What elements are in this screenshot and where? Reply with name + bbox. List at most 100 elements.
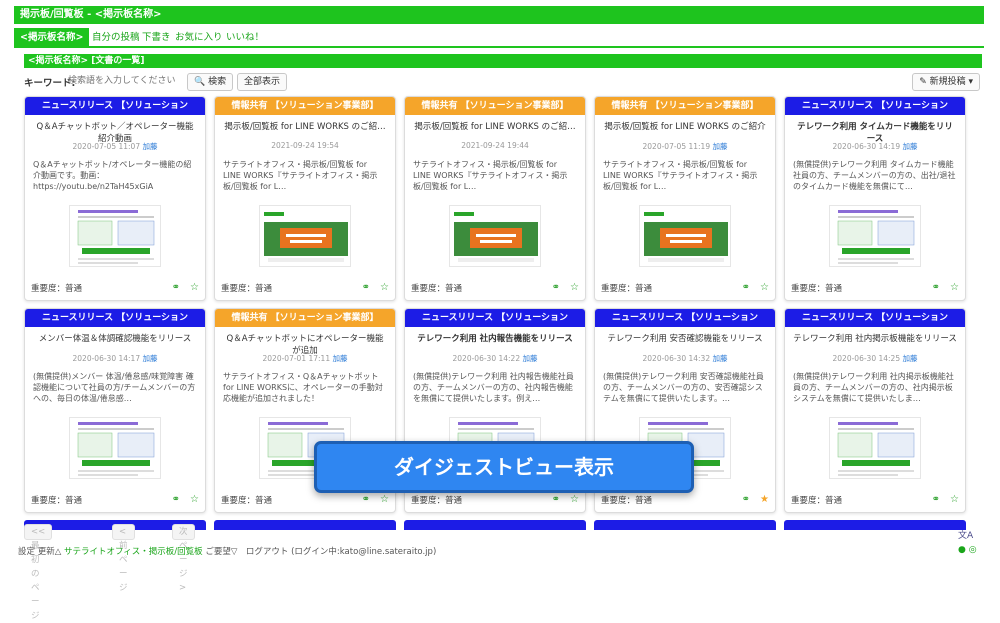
post-footer: 重要度：普通 ⚭ ☆	[221, 494, 389, 506]
post-footer: 重要度：普通 ⚭ ☆	[411, 282, 579, 294]
footer-prefix[interactable]: 設定 更新△	[18, 547, 61, 557]
tab-likes[interactable]: いいね！	[226, 28, 264, 48]
post-date: 2020-07-05 11:19	[642, 142, 711, 151]
post-meta: 2021-09-24 19:54	[221, 141, 389, 150]
search-button[interactable]: 🔍 検索	[187, 73, 234, 91]
post-card[interactable]: 情報共有 【ソリューション事業部】 掲示板/回覧板 for LINE WORKS …	[594, 96, 776, 301]
post-thumbnail[interactable]	[829, 205, 921, 267]
post-meta: 2020-06-30 14:22 加藤	[411, 353, 579, 364]
tab-favorites[interactable]: お気に入り	[175, 28, 223, 48]
link-icon[interactable]: ⚭	[932, 282, 940, 293]
post-excerpt: サテライトオフィス・掲示板/回覧板 for LINE WORKS『サテライトオフ…	[223, 160, 378, 191]
first-page-button[interactable]: << 最初のページ	[24, 524, 53, 621]
tab-my-posts[interactable]: 自分の投稿	[92, 28, 140, 48]
favorite-star-icon[interactable]: ☆	[380, 494, 389, 505]
post-meta: 2021-09-24 19:44	[411, 141, 579, 150]
search-input[interactable]	[68, 73, 204, 89]
next-page-button[interactable]: 次ページ >	[172, 524, 195, 593]
importance-label: 重要度：普通	[31, 284, 83, 294]
post-meta: 2020-07-05 11:19 加藤	[601, 141, 769, 152]
link-icon[interactable]: ⚭	[932, 494, 940, 505]
post-date: 2021-09-24 19:54	[271, 141, 339, 150]
link-icon[interactable]: ⚭	[362, 282, 370, 293]
show-all-button[interactable]: 全部表示	[237, 73, 288, 91]
post-thumbnail[interactable]	[259, 205, 351, 267]
post-excerpt: サテライトオフィス・Q＆Aチャットボット for LINE WORKSに、オペレ…	[223, 372, 383, 403]
post-card[interactable]: 情報共有 【ソリューション事業部】 掲示板/回覧板 for LINE WORKS …	[404, 96, 586, 301]
favorite-star-icon[interactable]: ☆	[190, 282, 199, 293]
post-date: 2020-07-05 11:07	[72, 142, 141, 151]
post-author[interactable]: 加藤	[142, 142, 157, 151]
post-card[interactable]: ニュースリリース 【ソリューション メンバー体温＆体調確認機能をリリース 2020-…	[24, 308, 206, 513]
favorite-star-icon[interactable]: ☆	[380, 282, 389, 293]
post-author[interactable]: 加藤	[712, 354, 727, 363]
favorite-star-icon[interactable]: ☆	[570, 494, 579, 505]
digest-view-callout: ダイジェストビュー表示	[314, 441, 694, 493]
status-icon[interactable]: ● ◎	[958, 545, 977, 555]
post-card[interactable]: ニュースリリース 【ソリューション テレワーク利用 タイムカード機能をリリース 20…	[784, 96, 966, 301]
post-author[interactable]: 加藤	[902, 142, 917, 151]
footer-rest[interactable]: ご要望▽ ログアウト (ログイン中:kato@line.sateraito.jp…	[205, 547, 436, 557]
link-icon[interactable]: ⚭	[362, 494, 370, 505]
link-icon[interactable]: ⚭	[552, 494, 560, 505]
favorite-star-icon[interactable]: ★	[760, 494, 769, 505]
post-footer: 重要度：普通 ⚭ ☆	[221, 282, 389, 294]
post-date: 2020-07-01 17:11	[262, 354, 331, 363]
post-excerpt: (無償提供)テレワーク利用 社内掲示板機能社員の方、チームメンバーの方の、社内掲…	[793, 372, 954, 403]
post-thumbnail[interactable]	[639, 205, 731, 267]
post-footer: 重要度：普通 ⚭ ★	[601, 494, 769, 506]
favorite-star-icon[interactable]: ☆	[950, 494, 959, 505]
tab-drafts[interactable]: 下書き	[142, 28, 171, 48]
category-badge: 情報共有 【ソリューション事業部】	[595, 97, 775, 115]
favorite-star-icon[interactable]: ☆	[760, 282, 769, 293]
search-row: キーワード: 🔍 検索 全部表示 ✎ 新規投稿 ▾	[24, 72, 982, 92]
section-title: <掲示板名称> [文書の一覧]	[24, 54, 982, 68]
importance-label: 重要度：普通	[221, 496, 273, 506]
translate-icon[interactable]: 文A	[958, 528, 973, 541]
post-excerpt: (無償提供)メンバー 体温/倦怠感/味覚障害 確認機能について社員の方/チームメ…	[33, 372, 196, 403]
post-thumbnail[interactable]	[449, 205, 541, 267]
post-card[interactable]: ニュースリリース 【ソリューション Q＆Aチャットボット／オペレーター機能 紹介動…	[24, 96, 206, 301]
category-badge: ニュースリリース 【ソリューション	[595, 309, 775, 327]
link-icon[interactable]: ⚭	[742, 494, 750, 505]
post-author[interactable]: 加藤	[332, 354, 347, 363]
app-title-bar: 掲示板/回覧板 - <掲示板名称>	[14, 6, 984, 24]
importance-label: 重要度：普通	[221, 284, 273, 294]
post-author[interactable]: 加藤	[522, 354, 537, 363]
link-icon[interactable]: ⚭	[172, 282, 180, 293]
nav-tabs: <掲示板名称> 自分の投稿 下書き お気に入り いいね！	[14, 28, 984, 48]
tab-board[interactable]: <掲示板名称>	[14, 28, 90, 48]
post-author[interactable]: 加藤	[142, 354, 157, 363]
category-badge: 情報共有 【ソリューション事業部】	[215, 309, 395, 327]
favorite-star-icon[interactable]: ☆	[190, 494, 199, 505]
post-excerpt: (無償提供)テレワーク利用 タイムカード機能社員の方、チームメンバーの方の、出社…	[793, 160, 956, 191]
importance-label: 重要度：普通	[411, 284, 463, 294]
post-excerpt: (無償提供)テレワーク利用 安否確認機能社員の方、チームメンバーの方の、安否確認…	[603, 372, 764, 403]
post-card[interactable]: 情報共有 【ソリューション事業部】 掲示板/回覧板 for LINE WORKS …	[214, 96, 396, 301]
post-author[interactable]: 加藤	[902, 354, 917, 363]
post-excerpt: サテライトオフィス・掲示板/回覧板 for LINE WORKS『サテライトオフ…	[603, 160, 758, 191]
prev-page-button[interactable]: < 前ページ	[112, 524, 135, 593]
link-icon[interactable]: ⚭	[552, 282, 560, 293]
post-thumbnail[interactable]	[69, 417, 161, 479]
new-post-button[interactable]: ✎ 新規投稿 ▾	[912, 73, 980, 91]
favorite-star-icon[interactable]: ☆	[950, 282, 959, 293]
post-meta: 2020-07-05 11:07 加藤	[31, 141, 199, 152]
post-meta: 2020-07-01 17:11 加藤	[221, 353, 389, 364]
post-footer: 重要度：普通 ⚭ ☆	[411, 494, 579, 506]
post-date: 2021-09-24 19:44	[461, 141, 529, 150]
post-thumbnail[interactable]	[69, 205, 161, 267]
post-card[interactable]: ニュースリリース 【ソリューション テレワーク利用 社内掲示板機能をリリース 202…	[784, 308, 966, 513]
post-thumbnail[interactable]	[829, 417, 921, 479]
app-title: 掲示板/回覧板 - <掲示板名称>	[20, 9, 162, 20]
post-footer: 重要度：普通 ⚭ ☆	[791, 282, 959, 294]
post-author[interactable]: 加藤	[712, 142, 727, 151]
banner-image	[450, 206, 540, 266]
link-icon[interactable]: ⚭	[172, 494, 180, 505]
footer-brand[interactable]: サテライトオフィス・掲示板/回覧板	[64, 547, 203, 557]
importance-label: 重要度：普通	[791, 284, 843, 294]
favorite-star-icon[interactable]: ☆	[570, 282, 579, 293]
importance-label: 重要度：普通	[411, 496, 463, 506]
link-icon[interactable]: ⚭	[742, 282, 750, 293]
importance-label: 重要度：普通	[601, 496, 653, 506]
